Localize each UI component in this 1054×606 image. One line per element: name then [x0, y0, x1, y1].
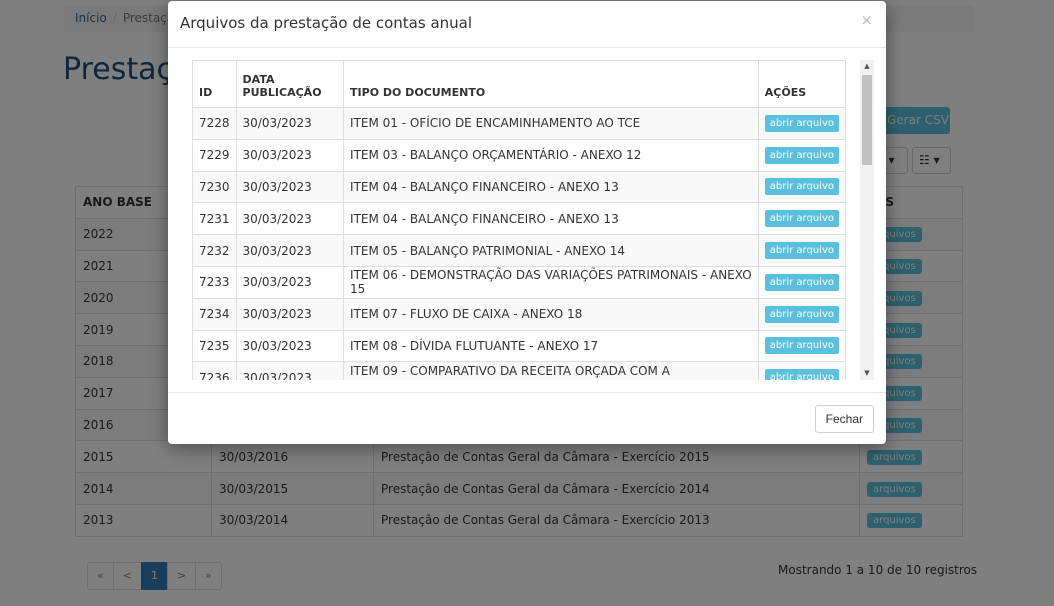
- cell-id: 7235: [192, 329, 237, 363]
- cell-date: 30/03/2023: [235, 329, 345, 363]
- cell-tipo: ITEM 07 - FLUXO DE CAIXA - ANEXO 18: [343, 297, 759, 331]
- cell-id: 7230: [192, 170, 237, 204]
- header-acoes: AÇÕES: [757, 60, 847, 108]
- cell-tipo: ITEM 05 - BALANÇO PATRIMONIAL - ANEXO 14: [343, 234, 759, 267]
- cell-id: 7229: [192, 138, 237, 172]
- file-row: 7236 30/03/2023 ITEM 09 - COMPARATIVO DA R…: [192, 361, 847, 380]
- cell-acao: abrir arquivo: [757, 138, 847, 172]
- vertical-scrollbar[interactable]: ▲ ▼: [860, 60, 874, 380]
- cell-acao: abrir arquivo: [757, 107, 847, 140]
- cell-date: 30/03/2023: [235, 297, 345, 331]
- cell-tipo: ITEM 09 - COMPARATIVO DA RECEITA ORÇADA …: [343, 361, 759, 380]
- cell-id: 7231: [192, 202, 237, 236]
- cell-tipo: ITEM 01 - OFÍCIO DE ENCAMINHAMENTO AO TC…: [343, 107, 759, 140]
- file-row: 7230 30/03/2023 ITEM 04 - BALANÇO FINANCEI…: [192, 170, 847, 204]
- cell-acao: abrir arquivo: [757, 329, 847, 363]
- open-file-button[interactable]: abrir arquivo: [764, 210, 839, 228]
- cell-date: 30/03/2023: [235, 234, 345, 267]
- cell-acao: abrir arquivo: [757, 297, 847, 331]
- files-modal: Arquivos da prestação de contas anual × …: [168, 1, 886, 444]
- open-file-button[interactable]: abrir arquivo: [764, 178, 839, 196]
- cell-tipo: ITEM 08 - DÍVIDA FLUTUANTE - ANEXO 17: [343, 329, 759, 363]
- cell-id: 7234: [192, 297, 237, 331]
- cell-acao: abrir arquivo: [757, 361, 847, 380]
- scroll-up-arrow-icon[interactable]: ▲: [860, 60, 874, 73]
- open-file-button[interactable]: abrir arquivo: [764, 369, 839, 380]
- open-file-button[interactable]: abrir arquivo: [764, 337, 839, 355]
- header-date-line2: PUBLICAÇÃO: [242, 86, 322, 99]
- cell-date: 30/03/2023: [235, 170, 345, 204]
- modal-body: ID DATA PUBLICAÇÃO TIPO DO DOCUMENTO AÇÕE…: [168, 49, 886, 392]
- open-file-button[interactable]: abrir arquivo: [764, 305, 839, 323]
- file-row: 7233 30/03/2023 ITEM 06 - DEMONSTRAÇÃO DAS…: [192, 265, 847, 299]
- files-table-scroll[interactable]: ID DATA PUBLICAÇÃO TIPO DO DOCUMENTO AÇÕE…: [192, 60, 874, 380]
- file-row: 7228 30/03/2023 ITEM 01 - OFÍCIO DE ENCAMI…: [192, 107, 847, 140]
- cell-id: 7228: [192, 107, 237, 140]
- file-row: 7232 30/03/2023 ITEM 05 - BALANÇO PATRIMON…: [192, 234, 847, 267]
- open-file-button[interactable]: abrir arquivo: [764, 114, 839, 132]
- cell-date: 30/03/2023: [235, 265, 345, 299]
- open-file-button[interactable]: abrir arquivo: [764, 242, 839, 260]
- files-table: ID DATA PUBLICAÇÃO TIPO DO DOCUMENTO AÇÕE…: [192, 60, 847, 380]
- header-id: ID: [192, 60, 237, 108]
- cell-id: 7236: [192, 361, 237, 380]
- cell-tipo: ITEM 04 - BALANÇO FINANCEIRO - ANEXO 13: [343, 202, 759, 236]
- file-row: 7229 30/03/2023 ITEM 03 - BALANÇO ORÇAMENT…: [192, 138, 847, 172]
- cell-id: 7233: [192, 265, 237, 299]
- modal-header: Arquivos da prestação de contas anual ×: [168, 1, 886, 48]
- cell-acao: abrir arquivo: [757, 170, 847, 204]
- file-row: 7231 30/03/2023 ITEM 04 - BALANÇO FINANCEI…: [192, 202, 847, 236]
- open-file-button[interactable]: abrir arquivo: [764, 273, 839, 291]
- scrollbar-thumb[interactable]: [862, 75, 872, 165]
- modal-footer: Fechar: [168, 392, 886, 444]
- cell-date: 30/03/2023: [235, 202, 345, 236]
- cell-tipo: ITEM 03 - BALANÇO ORÇAMENTÁRIO - ANEXO 1…: [343, 138, 759, 172]
- cell-acao: abrir arquivo: [757, 234, 847, 267]
- close-button[interactable]: Fechar: [814, 405, 874, 433]
- header-date-line1: DATA: [242, 73, 275, 86]
- header-tipo-documento: TIPO DO DOCUMENTO: [343, 60, 759, 108]
- cell-date: 30/03/2023: [235, 361, 345, 380]
- open-file-button[interactable]: abrir arquivo: [764, 146, 839, 164]
- file-row: 7235 30/03/2023 ITEM 08 - DÍVIDA FLUTUANTE…: [192, 329, 847, 363]
- cell-date: 30/03/2023: [235, 138, 345, 172]
- file-row: 7234 30/03/2023 ITEM 07 - FLUXO DE CAIXA -…: [192, 297, 847, 331]
- cell-acao: abrir arquivo: [757, 265, 847, 299]
- header-data-publicacao: DATA PUBLICAÇÃO: [235, 60, 345, 108]
- cell-date: 30/03/2023: [235, 107, 345, 140]
- scroll-down-arrow-icon[interactable]: ▼: [860, 367, 874, 380]
- modal-title: Arquivos da prestação de contas anual: [180, 14, 473, 32]
- cell-acao: abrir arquivo: [757, 202, 847, 236]
- files-header-row: ID DATA PUBLICAÇÃO TIPO DO DOCUMENTO AÇÕE…: [192, 60, 847, 108]
- cell-tipo: ITEM 04 - BALANÇO FINANCEIRO - ANEXO 13: [343, 170, 759, 204]
- cell-id: 7232: [192, 234, 237, 267]
- cell-tipo: ITEM 06 - DEMONSTRAÇÃO DAS VARIAÇÕES PAT…: [343, 265, 759, 299]
- close-icon[interactable]: ×: [860, 11, 873, 29]
